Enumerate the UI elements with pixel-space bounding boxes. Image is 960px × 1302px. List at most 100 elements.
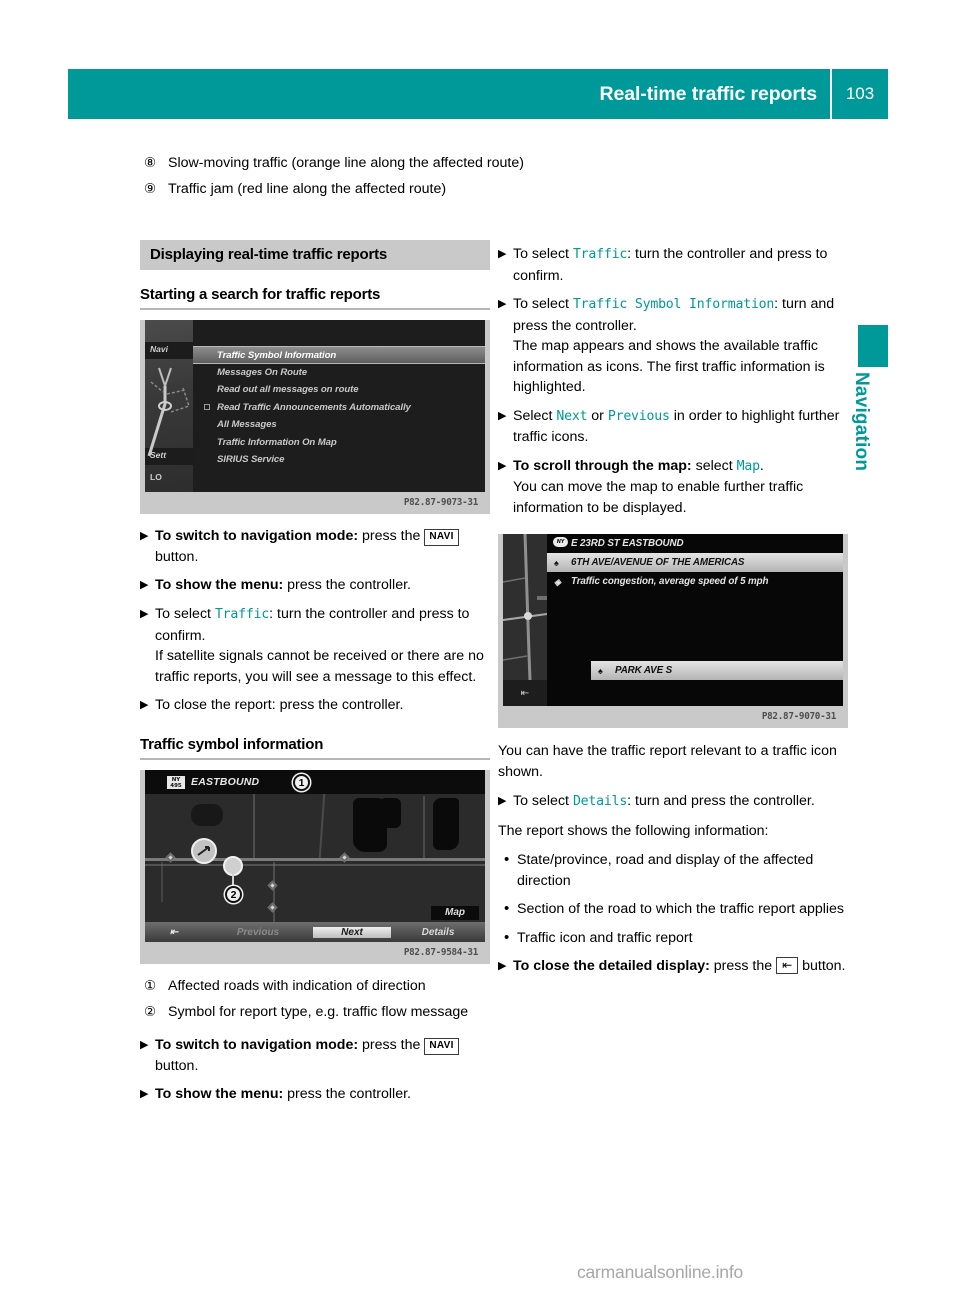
bullet-text: State/province, road and display of the … [517, 852, 814, 889]
callout-marker-1: ① [143, 978, 157, 993]
instruction-list-search: ▶ To switch to navigation mode: press th… [140, 526, 490, 716]
step-arrow-icon: ▶ [498, 960, 507, 972]
ui-command-traffic-symbol-information[interactable]: Traffic Symbol Information [573, 297, 774, 312]
site-watermark: carmanualsonline.info [576, 1262, 744, 1282]
navi-keycap[interactable]: NAVI [424, 1038, 459, 1055]
callout-marker-2: ② [143, 1004, 157, 1019]
step-bold-lead: To close the detailed display: [513, 958, 710, 974]
report-row-road-direction: NY E 23RD ST EASTBOUND [547, 534, 843, 553]
figure-traffic-report-detail: ⇤ NY E 23RD ST EASTBOUND ♠ 6TH AVE/AVENU… [498, 534, 848, 728]
step-arrow-icon: ▶ [498, 248, 507, 260]
previous-button[interactable]: Previous [203, 927, 313, 938]
callout-marker-8: ⑧ [143, 155, 157, 170]
step-extra-text: If satellite signals cannot be received … [155, 648, 484, 685]
screen-map-strip[interactable]: ⇤ [503, 534, 547, 706]
step-arrow-icon: ▶ [140, 530, 149, 542]
ui-command-previous[interactable]: Previous [608, 409, 670, 424]
callout-text: Affected roads with indication of direct… [168, 978, 426, 994]
menu-item-label: Read out all messages on route [217, 384, 359, 395]
ui-command-next[interactable]: Next [556, 409, 587, 424]
step-arrow-icon: ▶ [140, 608, 149, 620]
callout-marker-9: ⑨ [143, 181, 157, 196]
menu-item-traffic-information-on-map[interactable]: Traffic Information On Map [193, 434, 485, 452]
menu-item-traffic-symbol-information[interactable]: Traffic Symbol Information [193, 346, 485, 364]
bullet-dot-icon: • [504, 928, 510, 946]
device-screen-menu: Navi Sett LO Traffic Symbol Information [145, 320, 485, 492]
page-title: Real-time traffic reports [599, 82, 818, 105]
step-text: select [691, 457, 737, 474]
callout-item: ② Symbol for report type, e.g. traffic f… [140, 1001, 490, 1023]
step-text-pre: To select [513, 296, 573, 312]
instruction-step: ▶ To show the menu: press the controller… [140, 575, 490, 596]
step-bold-lead: To show the menu: [155, 1086, 284, 1102]
section-heading-banded: Displaying real-time traffic reports [140, 240, 490, 270]
instruction-step: ▶ To select Traffic: turn the controller… [498, 244, 848, 286]
checkbox-icon[interactable] [204, 404, 210, 410]
report-row-label: PARK AVE S [615, 665, 673, 676]
instruction-list-details: ▶ To select Details: turn and press the … [498, 791, 848, 813]
step-text: press the [358, 1037, 425, 1053]
traffic-flow-icon [197, 846, 210, 856]
step-arrow-icon: ▶ [140, 699, 149, 711]
navi-keycap[interactable]: NAVI [424, 529, 459, 546]
instruction-list-select: ▶ To select Traffic: turn the controller… [498, 244, 848, 518]
bullet-dot-icon: • [504, 851, 510, 868]
back-keycap[interactable]: ⇤ [776, 957, 799, 974]
instruction-step: ▶ To switch to navigation mode: press th… [140, 1035, 490, 1076]
report-row-label: E 23RD ST EASTBOUND [571, 538, 684, 549]
step-text: press the [709, 958, 777, 974]
back-icon[interactable]: ⇤ [145, 927, 203, 938]
legend-item-text: Traffic jam (red line along the affected… [168, 181, 447, 197]
instruction-step: ▶ To close the report: press the control… [140, 695, 490, 716]
report-row-section[interactable]: ♠ 6TH AVE/AVENUE OF THE AMERICAS [547, 553, 843, 572]
step-text-pre: Select [513, 407, 557, 424]
right-column: ▶ To select Traffic: turn the controller… [498, 240, 848, 985]
ui-command-traffic[interactable]: Traffic [573, 247, 627, 262]
step-extra-text: The map appears and shows the available … [513, 338, 825, 395]
page-number: 103 [845, 84, 875, 103]
ui-command-details[interactable]: Details [573, 794, 627, 809]
step-text: To close the report: press the controlle… [155, 697, 404, 713]
step-text: press the controller. [283, 577, 411, 593]
map-button[interactable]: Map [431, 906, 479, 920]
step-text-post: : turn and press the controller. [627, 793, 815, 809]
instruction-step: ▶ To show the menu: press the controller… [140, 1084, 490, 1105]
callout-text: Symbol for report type, e.g. traffic flo… [168, 1004, 469, 1020]
map-direction-label: EASTBOUND [191, 776, 260, 788]
menu-item-read-traffic-announcements[interactable]: Read Traffic Announcements Automatically [193, 399, 485, 417]
map-bottom-bar: ⇤ Previous Next Details [145, 922, 485, 942]
figure-caption-code: P82.87-9073-31 [140, 492, 490, 514]
location-marker-icon: ♠ [554, 558, 559, 568]
step-text-tail: button. [155, 1057, 199, 1074]
legend-item: ⑨ Traffic jam (red line along the affect… [140, 178, 840, 200]
instruction-step: ▶ To close the detailed display: press t… [498, 956, 848, 977]
screen-menu-list[interactable]: Traffic Symbol Information Messages On R… [193, 320, 485, 492]
step-text: press the controller. [283, 1086, 411, 1102]
instruction-step: ▶ To select Traffic: turn the controller… [140, 604, 490, 687]
step-arrow-icon: ▶ [498, 459, 507, 472]
menu-item-all-messages[interactable]: All Messages [193, 416, 485, 434]
instruction-list-close: ▶ To close the detailed display: press t… [498, 956, 848, 977]
bullet-item: • State/province, road and display of th… [498, 850, 848, 891]
menu-item-read-out-all-messages[interactable]: Read out all messages on route [193, 381, 485, 399]
back-icon[interactable]: ⇤ [503, 680, 547, 706]
instruction-step: ▶ To select Details: turn and press the … [498, 791, 848, 813]
map-canvas[interactable]: NY 495 EASTBOUND 1 2 Map ⇤ Previous Next… [145, 770, 485, 942]
ui-command-map[interactable]: Map [737, 459, 760, 474]
next-button[interactable]: Next [313, 926, 391, 938]
menu-item-messages-on-route[interactable]: Messages On Route [193, 364, 485, 382]
details-button[interactable]: Details [391, 927, 485, 938]
legend-item: ⑧ Slow-moving traffic (orange line along… [140, 152, 840, 174]
step-bold-lead: To show the menu: [155, 577, 284, 593]
step-text-pre: To select [513, 793, 573, 809]
callout-marker-1: 1 [293, 774, 310, 791]
bullet-text: Traffic icon and traffic report [517, 929, 693, 946]
section-tab-label: Navigation [851, 372, 872, 472]
report-row-label: Traffic congestion, average speed of 5 m… [571, 576, 769, 587]
ui-command-traffic[interactable]: Traffic [215, 607, 269, 622]
step-arrow-icon: ▶ [140, 579, 149, 591]
menu-item-sirius-service[interactable]: SIRIUS Service [193, 451, 485, 469]
section-tab-marker [858, 325, 888, 367]
report-row-end-section[interactable]: ♠ PARK AVE S [591, 661, 843, 680]
location-marker-icon: ♠ [598, 666, 603, 676]
